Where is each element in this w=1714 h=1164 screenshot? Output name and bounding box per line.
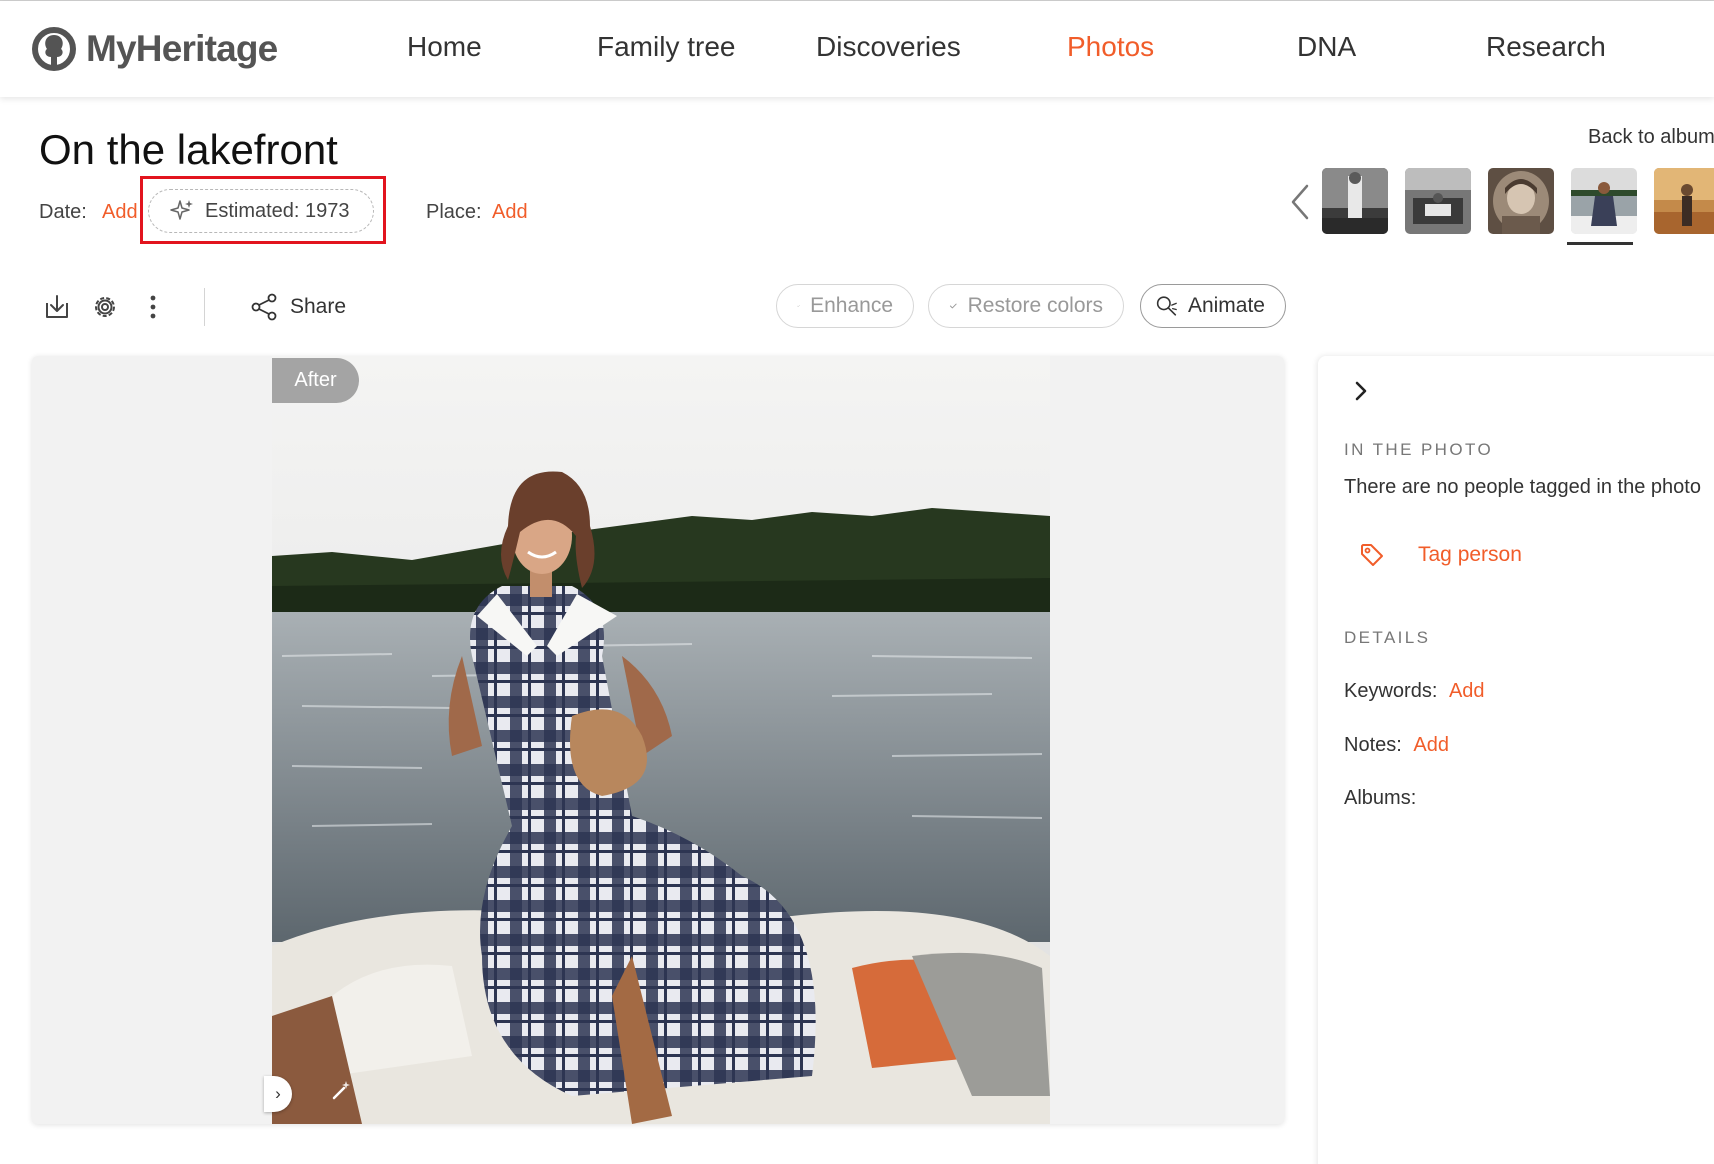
myheritage-logo-icon bbox=[32, 27, 76, 71]
gear-icon bbox=[95, 297, 115, 317]
place-label: Place: bbox=[426, 201, 482, 223]
magic-wand-icon[interactable] bbox=[330, 1078, 354, 1102]
thumbnail-4[interactable] bbox=[1571, 168, 1637, 234]
checkmark-icon bbox=[797, 305, 800, 307]
sparkle-icon bbox=[170, 200, 193, 220]
more-options-button[interactable] bbox=[136, 290, 170, 324]
no-people-tagged-text: There are no people tagged in the photo bbox=[1344, 476, 1701, 498]
toolbar-divider bbox=[204, 288, 205, 326]
nav-discoveries[interactable]: Discoveries bbox=[816, 31, 961, 63]
restore-colors-label: Restore colors bbox=[967, 294, 1103, 317]
share-button[interactable]: Share bbox=[250, 290, 346, 324]
notes-field: Notes: Add bbox=[1344, 734, 1449, 757]
thumbnail-5-image bbox=[1654, 168, 1714, 234]
thumbnail-2-image bbox=[1405, 168, 1471, 234]
checkmark-icon bbox=[949, 303, 957, 309]
after-badge: After bbox=[272, 358, 359, 403]
photo-image[interactable] bbox=[272, 356, 1050, 1124]
thumbnail-1[interactable] bbox=[1322, 168, 1388, 234]
notes-label: Notes: bbox=[1344, 734, 1402, 756]
enhance-button[interactable]: Enhance bbox=[776, 284, 914, 328]
animate-icon bbox=[1156, 296, 1177, 316]
nav-dna[interactable]: DNA bbox=[1297, 31, 1356, 63]
thumbnail-3-image bbox=[1488, 168, 1554, 234]
share-icon bbox=[251, 293, 277, 321]
more-vertical-icon bbox=[150, 295, 156, 319]
thumbnail-3[interactable] bbox=[1488, 168, 1554, 234]
enhance-label: Enhance bbox=[810, 294, 893, 317]
estimated-date-text: Estimated: 1973 bbox=[205, 199, 350, 222]
tag-person-button[interactable]: Tag person bbox=[1358, 541, 1522, 569]
keywords-label: Keywords: bbox=[1344, 680, 1438, 702]
estimated-date-chip[interactable]: Estimated: 1973 bbox=[148, 189, 374, 233]
date-add-link[interactable]: Add bbox=[102, 201, 138, 224]
share-label: Share bbox=[290, 295, 347, 318]
notes-add-link[interactable]: Add bbox=[1413, 734, 1449, 756]
nav-research[interactable]: Research bbox=[1486, 31, 1606, 63]
chevron-right-icon: › bbox=[275, 1084, 281, 1103]
nav-photos[interactable]: Photos bbox=[1067, 31, 1154, 63]
myheritage-logo[interactable]: MyHeritage bbox=[32, 25, 278, 73]
nav-home[interactable]: Home bbox=[407, 31, 482, 63]
download-button[interactable] bbox=[40, 290, 74, 324]
top-navigation-bar: MyHeritage Home Family tree Discoveries … bbox=[0, 1, 1714, 97]
photo-viewer bbox=[32, 356, 1284, 1124]
back-to-album-link[interactable]: Back to album bbox=[1588, 126, 1714, 149]
place-add-link[interactable]: Add bbox=[492, 201, 528, 224]
chevron-left-icon[interactable] bbox=[1288, 183, 1312, 221]
keywords-add-link[interactable]: Add bbox=[1449, 680, 1485, 702]
woman-on-boat-photo bbox=[272, 356, 1050, 1124]
date-label: Date: bbox=[39, 201, 87, 223]
restore-colors-button[interactable]: Restore colors bbox=[928, 284, 1124, 328]
thumbnail-4-image bbox=[1571, 168, 1637, 234]
brand-name: MyHeritage bbox=[86, 28, 278, 69]
in-the-photo-heading: IN THE PHOTO bbox=[1344, 440, 1494, 459]
thumbnail-1-image bbox=[1322, 168, 1388, 234]
keywords-field: Keywords: Add bbox=[1344, 680, 1485, 703]
details-heading: DETAILS bbox=[1344, 628, 1431, 647]
albums-label: Albums: bbox=[1344, 787, 1417, 809]
nav-family-tree[interactable]: Family tree bbox=[597, 31, 735, 63]
thumbnail-5[interactable] bbox=[1654, 168, 1714, 234]
thumbnail-2[interactable] bbox=[1405, 168, 1471, 234]
animate-button[interactable]: Animate bbox=[1140, 284, 1286, 328]
animate-label: Animate bbox=[1187, 294, 1265, 317]
tag-icon bbox=[1361, 544, 1383, 566]
page-title: On the lakefront bbox=[39, 126, 338, 173]
settings-button[interactable] bbox=[88, 290, 122, 324]
download-icon bbox=[46, 295, 68, 318]
selected-thumbnail-indicator bbox=[1567, 242, 1633, 245]
tag-person-label: Tag person bbox=[1418, 543, 1522, 566]
collapse-panel-chevron-icon[interactable] bbox=[1350, 378, 1372, 404]
